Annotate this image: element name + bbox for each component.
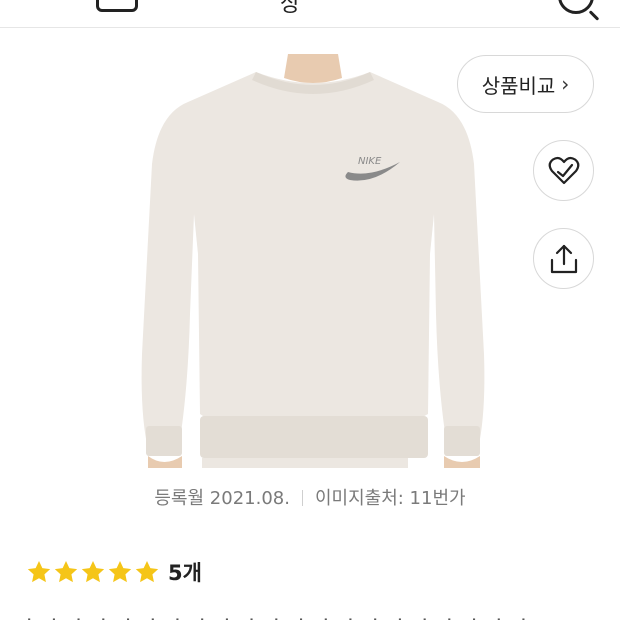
star-rating (26, 559, 160, 585)
compare-button[interactable]: 상품비교 › (457, 55, 594, 113)
divider (301, 490, 303, 506)
compare-label: 상품비교 (481, 73, 556, 98)
wishlist-button[interactable] (533, 140, 594, 201)
registered-date: 등록월 2021.08. (154, 488, 290, 509)
truncated-description: · · · · · · · · · · · · · · · · · · · · … (26, 610, 586, 620)
chevron-right-icon: › (561, 72, 570, 96)
rating-summary[interactable]: 5개 (26, 557, 202, 587)
share-icon (550, 244, 577, 273)
crewneck-sweatshirt-image: NIKE (141, 54, 485, 468)
cart-icon[interactable] (96, 0, 138, 12)
review-count: 5개 (168, 561, 202, 585)
image-source: 이미지출처: 11번가 (314, 488, 466, 509)
star-icon (135, 560, 159, 583)
hamburger-menu-icon[interactable] (26, 0, 64, 6)
star-icon (81, 560, 105, 583)
heart-check-icon (548, 156, 579, 184)
svg-text:NIKE: NIKE (358, 156, 382, 167)
page-title: 상 (280, 0, 301, 17)
search-icon[interactable] (558, 0, 594, 14)
star-icon (54, 560, 78, 583)
star-icon (27, 560, 51, 583)
star-icon (108, 560, 132, 583)
product-meta: 등록월 2021.08. 이미지출처: 11번가 (0, 484, 620, 510)
top-navigation-bar: 상 (0, 0, 620, 28)
share-button[interactable] (533, 228, 594, 289)
product-image[interactable]: NIKE (138, 54, 488, 468)
